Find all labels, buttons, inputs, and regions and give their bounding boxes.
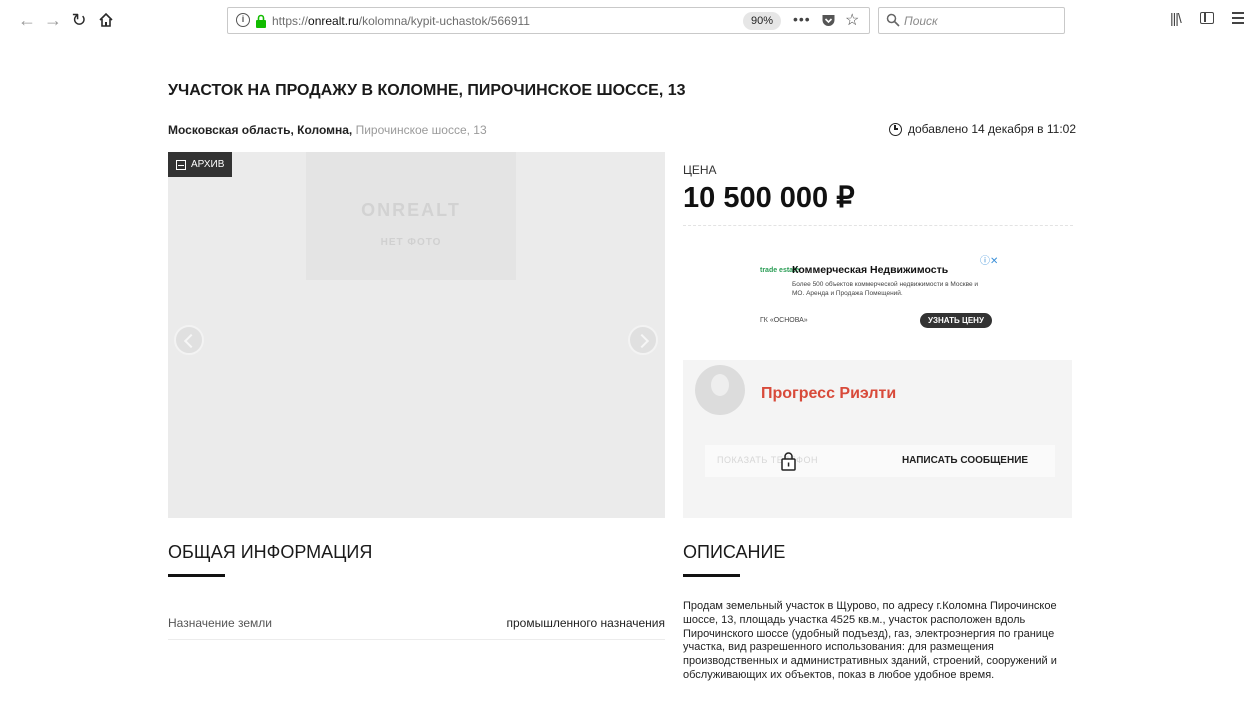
archive-badge: АРХИВ	[168, 152, 233, 177]
address-bar[interactable]: i https://onrealt.ru/kolomna/kypit-uchas…	[227, 7, 870, 34]
lock-secure-icon	[256, 14, 266, 28]
hamburger-menu-icon[interactable]	[1232, 12, 1244, 24]
ad-text: Более 500 объектов коммерческой недвижим…	[792, 281, 979, 297]
sidebar-toggle-icon[interactable]	[1200, 12, 1214, 24]
location-street: Пирочинское шоссе, 13	[355, 123, 487, 137]
agent-name[interactable]: Прогресс Риэлти	[761, 385, 896, 403]
search-bar[interactable]: Поиск	[878, 7, 1065, 34]
general-info-underline	[168, 574, 225, 577]
no-photo-text: НЕТ ФОТО	[380, 237, 442, 248]
browser-toolbar: ← → ↻ i https://onrealt.ru/kolomna/kypit…	[0, 0, 1244, 40]
info-row: Назначение земли промышленного назначени…	[168, 610, 665, 640]
clock-icon	[889, 122, 902, 136]
gallery-next-arrow-icon[interactable]	[628, 325, 658, 355]
location-region[interactable]: Московская область, Коломна,	[168, 123, 352, 137]
page-title: УЧАСТОК НА ПРОДАЖУ В КОЛОМНЕ, ПИРОЧИНСКО…	[168, 82, 686, 99]
write-message-button[interactable]: НАПИСАТЬ СООБЩЕНИЕ	[875, 445, 1055, 477]
url-prefix: https://	[272, 14, 309, 28]
avatar	[695, 365, 745, 415]
url-text[interactable]: https://onrealt.ru/kolomna/kypit-uchasto…	[272, 14, 530, 28]
show-phone-label: ПОКАЗАТЬ ТЕЛЕФОН	[717, 455, 819, 465]
no-photo-placeholder: ONREALT НЕТ ФОТО	[306, 152, 516, 280]
back-arrow-icon[interactable]: ←	[16, 9, 38, 31]
description-underline	[683, 574, 740, 577]
search-placeholder: Поиск	[904, 14, 938, 28]
description-title: ОПИСАНИЕ	[683, 542, 786, 562]
price-divider	[683, 225, 1073, 226]
page-actions-icon[interactable]: •••	[793, 11, 811, 27]
show-phone-button[interactable]: ПОКАЗАТЬ ТЕЛЕФОН	[705, 445, 875, 477]
forward-arrow-icon[interactable]: →	[42, 9, 64, 31]
added-date: добавлено 14 декабря в 11:02	[889, 122, 1076, 136]
site-info-icon[interactable]: i	[236, 13, 250, 27]
archive-label: АРХИВ	[191, 159, 225, 170]
added-date-text: добавлено 14 декабря в 11:02	[908, 122, 1076, 136]
search-icon	[886, 13, 900, 27]
zoom-level-badge[interactable]: 90%	[743, 12, 782, 30]
library-icon[interactable]: |||\	[1170, 10, 1182, 26]
listing-location: Московская область, Коломна, Пирочинское…	[168, 123, 487, 137]
price-value: 10 500 000 ₽	[683, 182, 855, 214]
info-value: промышленного назначения	[506, 616, 665, 630]
price-label: ЦЕНА	[683, 163, 717, 177]
info-key: Назначение земли	[168, 616, 273, 630]
placeholder-logo: ONREALT	[361, 200, 461, 220]
url-path: /kolomna/kypit-uchastok/566911	[358, 14, 530, 28]
bookmark-star-icon[interactable]: ☆	[845, 10, 859, 30]
general-info-title: ОБЩАЯ ИНФОРМАЦИЯ	[168, 542, 373, 562]
url-domain: onrealt.ru	[308, 14, 359, 28]
lock-icon	[781, 452, 796, 471]
ad-title[interactable]: Коммерческая Недвижимость	[792, 264, 948, 276]
ad-cta-button[interactable]: УЗНАТЬ ЦЕНУ	[920, 313, 992, 328]
photo-gallery[interactable]: ONREALT НЕТ ФОТО АРХИВ	[168, 152, 665, 518]
reload-icon[interactable]: ↻	[68, 9, 90, 31]
home-icon[interactable]	[95, 9, 117, 31]
agent-card: Прогресс Риэлти ПОКАЗАТЬ ТЕЛЕФОН НАПИСАТ…	[683, 360, 1072, 518]
gallery-prev-arrow-icon[interactable]	[174, 325, 204, 355]
pocket-icon[interactable]	[821, 13, 836, 28]
ad-brand: ГК «ОСНОВА»	[760, 317, 808, 324]
archive-icon	[176, 159, 186, 170]
ad-banner[interactable]: trade estate Коммерческая Недвижимость Б…	[750, 250, 1005, 330]
ad-close-icon[interactable]: ⓘ✕	[980, 252, 998, 267]
description-text: Продам земельный участок в Щурово, по ад…	[683, 600, 1057, 681]
